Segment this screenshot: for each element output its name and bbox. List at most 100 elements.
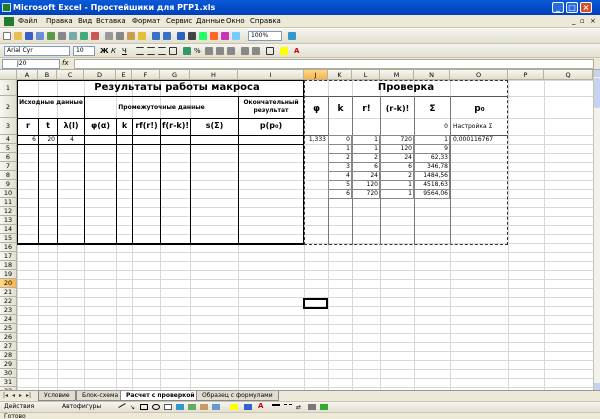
scroll-up-arrow[interactable] bbox=[594, 70, 600, 77]
row-header[interactable]: 21 bbox=[0, 288, 17, 297]
cell-o4[interactable]: 0,000116767 bbox=[453, 137, 493, 143]
first-sheet-icon[interactable]: |◂ bbox=[3, 392, 8, 399]
active-cell-j20[interactable] bbox=[303, 298, 328, 309]
doc-close-button[interactable]: × bbox=[590, 17, 596, 25]
row-header[interactable]: 23 bbox=[0, 306, 17, 315]
maximize-button[interactable]: □ bbox=[566, 2, 578, 13]
draw-actions-menu[interactable]: Действия bbox=[4, 403, 34, 410]
prev-sheet-icon[interactable]: ◂ bbox=[12, 392, 15, 399]
undo-icon[interactable] bbox=[152, 32, 160, 40]
scroll-thumb[interactable] bbox=[594, 78, 600, 108]
col-header-c[interactable]: C bbox=[57, 70, 84, 80]
menu-view[interactable]: Вид bbox=[78, 17, 92, 25]
row-header[interactable]: 28 bbox=[0, 351, 17, 360]
row-header[interactable]: 18 bbox=[0, 261, 17, 270]
cell-j4[interactable]: 1,333 bbox=[305, 137, 326, 143]
col-header-n[interactable]: N bbox=[414, 70, 450, 80]
copy-icon[interactable] bbox=[116, 32, 124, 40]
row-header[interactable]: 20 bbox=[0, 279, 17, 288]
row-header[interactable]: 11 bbox=[0, 198, 17, 207]
line-color-icon[interactable] bbox=[244, 404, 252, 410]
select-all-corner[interactable] bbox=[0, 70, 17, 80]
oval-icon[interactable] bbox=[152, 404, 160, 410]
tab-flowchart[interactable]: Блок-схема bbox=[76, 391, 125, 401]
name-box[interactable]: J20 bbox=[2, 59, 60, 69]
row-header[interactable]: 14 bbox=[0, 225, 17, 234]
tab-formulas-sample[interactable]: Образец с формулами bbox=[196, 391, 279, 401]
wordart-icon[interactable] bbox=[176, 404, 184, 410]
menu-window[interactable]: Окно bbox=[226, 17, 245, 25]
paste-icon[interactable] bbox=[127, 32, 135, 40]
doc-restore-button[interactable]: ▫ bbox=[580, 17, 585, 25]
vertical-scrollbar[interactable] bbox=[593, 70, 600, 390]
col-header-i[interactable]: I bbox=[238, 70, 304, 80]
print-preview-icon[interactable] bbox=[69, 32, 77, 40]
row-header[interactable]: 6 bbox=[0, 153, 17, 162]
format-painter-icon[interactable] bbox=[138, 32, 146, 40]
col-header-o[interactable]: O bbox=[450, 70, 508, 80]
row-header[interactable]: 7 bbox=[0, 162, 17, 171]
col-header-e[interactable]: E bbox=[116, 70, 132, 80]
borders-icon[interactable] bbox=[266, 47, 274, 55]
col-header-q[interactable]: Q bbox=[544, 70, 593, 80]
increase-indent-icon[interactable] bbox=[252, 47, 260, 55]
menu-data[interactable]: Данные bbox=[196, 17, 225, 25]
worksheet-grid[interactable]: Результаты работы макроса Проверка Исход… bbox=[17, 80, 593, 390]
dash-style-icon[interactable] bbox=[284, 404, 292, 410]
print-icon[interactable] bbox=[58, 32, 66, 40]
menu-file[interactable]: Файл bbox=[18, 17, 37, 25]
row-header[interactable]: 31 bbox=[0, 378, 17, 387]
row-header[interactable]: 25 bbox=[0, 324, 17, 333]
row-header[interactable]: 16 bbox=[0, 243, 17, 252]
align-right-icon[interactable] bbox=[158, 47, 166, 55]
col-header-j[interactable]: J bbox=[304, 70, 328, 80]
menu-format[interactable]: Формат bbox=[132, 17, 160, 25]
insert-function-icon[interactable]: fx bbox=[62, 59, 69, 67]
last-sheet-icon[interactable]: ▸| bbox=[26, 392, 31, 399]
scroll-down-arrow[interactable] bbox=[594, 383, 600, 390]
cell-b4[interactable]: 20 bbox=[39, 137, 55, 143]
cell-n3[interactable]: 0 bbox=[415, 124, 448, 130]
email-icon[interactable] bbox=[47, 32, 55, 40]
menu-help[interactable]: Справка bbox=[250, 17, 281, 25]
textbox-icon[interactable] bbox=[164, 404, 172, 410]
decrease-decimal-icon[interactable] bbox=[227, 47, 235, 55]
autosum-icon[interactable] bbox=[188, 32, 196, 40]
row-header[interactable]: 12 bbox=[0, 207, 17, 216]
row-header[interactable]: 3 bbox=[0, 118, 17, 135]
align-left-icon[interactable] bbox=[136, 47, 144, 55]
increase-decimal-icon[interactable] bbox=[216, 47, 224, 55]
menu-tools[interactable]: Сервис bbox=[166, 17, 192, 25]
shadow-style-icon[interactable] bbox=[308, 404, 316, 410]
comma-style-icon[interactable] bbox=[205, 47, 213, 55]
col-header-f[interactable]: F bbox=[132, 70, 160, 80]
col-header-k[interactable]: K bbox=[328, 70, 352, 80]
save-icon[interactable] bbox=[25, 32, 33, 40]
minimize-button[interactable]: _ bbox=[552, 2, 564, 13]
col-header-h[interactable]: H bbox=[190, 70, 238, 80]
line-icon[interactable] bbox=[118, 403, 126, 408]
sort-ascending-icon[interactable] bbox=[199, 32, 207, 40]
3d-style-icon[interactable] bbox=[320, 404, 328, 410]
doc-minimize-button[interactable]: _ bbox=[572, 17, 576, 25]
tab-condition[interactable]: Условие bbox=[38, 391, 76, 401]
diagram-icon[interactable] bbox=[188, 404, 196, 410]
new-icon[interactable] bbox=[3, 32, 11, 40]
redo-icon[interactable] bbox=[163, 32, 171, 40]
decrease-indent-icon[interactable] bbox=[241, 47, 249, 55]
align-center-icon[interactable] bbox=[147, 47, 155, 55]
picture-icon[interactable] bbox=[212, 404, 220, 410]
row-header[interactable]: 15 bbox=[0, 234, 17, 243]
formula-input[interactable] bbox=[74, 59, 594, 69]
permission-icon[interactable] bbox=[36, 32, 44, 40]
row-header[interactable]: 9 bbox=[0, 180, 17, 189]
arrow-style-icon[interactable]: ⇄ bbox=[296, 404, 301, 411]
currency-icon[interactable] bbox=[183, 47, 191, 55]
row-header[interactable]: 4 bbox=[0, 135, 17, 144]
draw-fill-color-icon[interactable] bbox=[230, 404, 238, 410]
row-header[interactable]: 13 bbox=[0, 216, 17, 225]
next-sheet-icon[interactable]: ▸ bbox=[19, 392, 22, 399]
cell-a4[interactable]: 6 bbox=[18, 137, 36, 143]
row-header[interactable]: 27 bbox=[0, 342, 17, 351]
line-style-icon[interactable] bbox=[272, 404, 280, 410]
